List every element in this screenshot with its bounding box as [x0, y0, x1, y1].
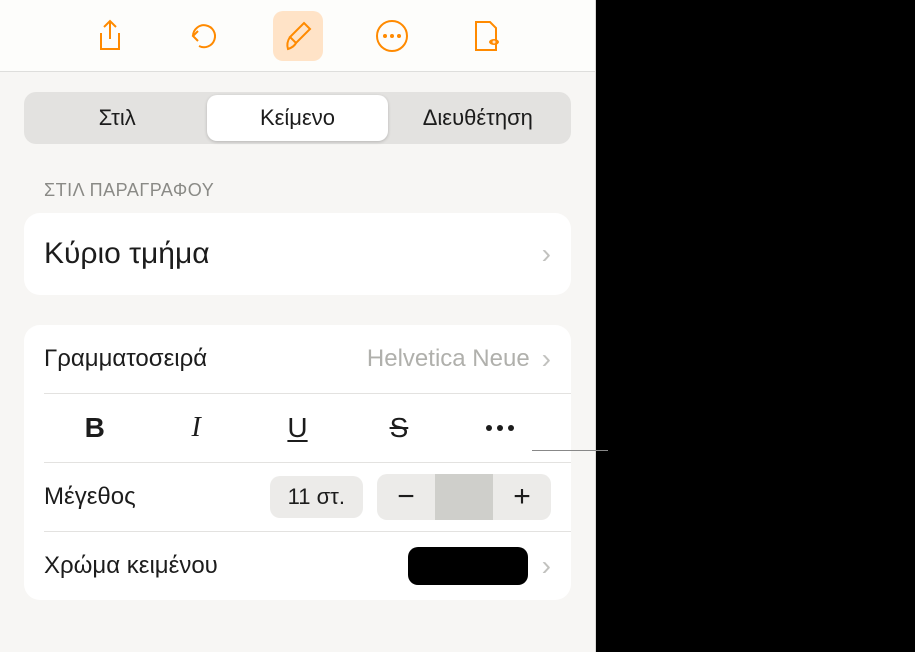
callout-line	[532, 450, 608, 451]
italic-button[interactable]: I	[145, 412, 246, 444]
text-color-label: Χρώμα κειμένου	[44, 552, 408, 580]
more-actions-button[interactable]	[367, 11, 417, 61]
document-collab-button[interactable]	[461, 11, 511, 61]
chevron-right-icon: ›	[542, 550, 551, 582]
underline-button[interactable]: U	[247, 412, 348, 444]
top-toolbar	[0, 0, 595, 72]
size-stepper: − +	[377, 474, 551, 520]
format-brush-icon	[282, 19, 314, 53]
font-row[interactable]: Γραμματοσειρά Helvetica Neue ›	[24, 325, 571, 393]
text-style-row: B I U S	[24, 394, 571, 462]
format-panel: Στιλ Κείμενο Διευθέτηση ΣΤΙΛ ΠΑΡΑΓΡΑΦΟΥ …	[0, 0, 596, 652]
panel-content: Στιλ Κείμενο Διευθέτηση ΣΤΙΛ ΠΑΡΑΓΡΑΦΟΥ …	[0, 72, 595, 600]
text-color-row[interactable]: Χρώμα κειμένου ›	[24, 532, 571, 600]
size-value-chip[interactable]: 11 στ.	[270, 476, 363, 518]
strikethrough-button[interactable]: S	[348, 412, 449, 444]
chevron-right-icon: ›	[542, 238, 551, 270]
chevron-right-icon: ›	[542, 343, 551, 375]
format-tabs: Στιλ Κείμενο Διευθέτηση	[24, 92, 571, 144]
bold-button[interactable]: B	[44, 412, 145, 444]
size-label: Μέγεθος	[44, 483, 270, 511]
ellipsis-icon	[483, 422, 517, 434]
tab-arrange[interactable]: Διευθέτηση	[388, 95, 568, 141]
document-eye-icon	[470, 18, 502, 54]
tab-style[interactable]: Στιλ	[27, 95, 207, 141]
ellipsis-circle-icon	[375, 19, 409, 53]
share-button[interactable]	[85, 11, 135, 61]
size-increase-button[interactable]: +	[493, 474, 551, 520]
font-value: Helvetica Neue	[367, 345, 530, 373]
share-icon	[96, 19, 124, 53]
paragraph-style-heading: ΣΤΙΛ ΠΑΡΑΓΡΑΦΟΥ	[44, 180, 571, 201]
undo-icon	[187, 19, 221, 53]
size-decrease-button[interactable]: −	[377, 474, 435, 520]
stepper-divider	[435, 474, 493, 520]
format-brush-button[interactable]	[273, 11, 323, 61]
paragraph-style-name: Κύριο τμήμα	[44, 237, 542, 271]
more-text-options-button[interactable]	[450, 422, 551, 434]
paragraph-style-card: Κύριο τμήμα ›	[24, 213, 571, 295]
text-attributes-card: Γραμματοσειρά Helvetica Neue › B I U S	[24, 325, 571, 600]
size-row: Μέγεθος 11 στ. − +	[24, 463, 571, 531]
undo-button[interactable]	[179, 11, 229, 61]
font-label: Γραμματοσειρά	[44, 345, 367, 373]
paragraph-style-row[interactable]: Κύριο τμήμα ›	[24, 213, 571, 295]
text-color-swatch[interactable]	[408, 547, 528, 585]
tab-text[interactable]: Κείμενο	[207, 95, 387, 141]
